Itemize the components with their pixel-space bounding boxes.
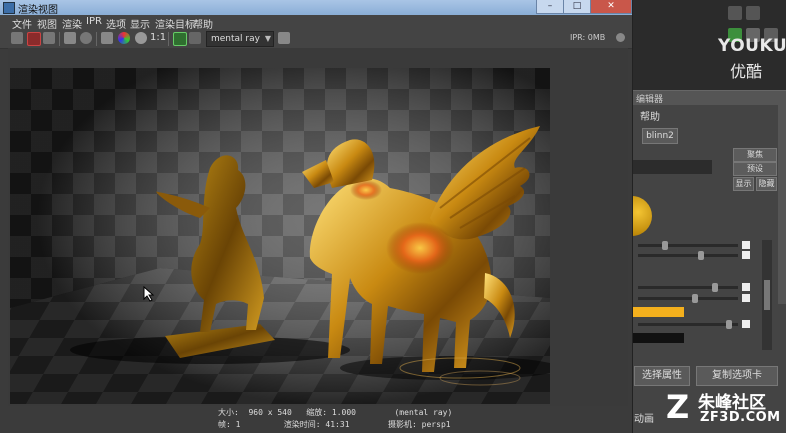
tool-icon[interactable] (746, 6, 760, 20)
scrollbar[interactable] (762, 240, 772, 350)
display-image-icon[interactable] (173, 32, 187, 46)
side-tab-strip[interactable] (778, 104, 786, 304)
color-channels-icon[interactable] (118, 32, 130, 44)
menu-help[interactable]: 帮助 (193, 16, 213, 31)
maximize-button[interactable]: □ (563, 0, 591, 14)
render-view-window: 渲染视图 – □ ✕ 文件 视图 渲染 IPR 选项 显示 渲染目标 帮助 1:… (0, 0, 633, 433)
tool-icon[interactable] (728, 6, 742, 20)
window-title: 渲染视图 (18, 5, 58, 16)
attribute-slider[interactable] (632, 241, 750, 251)
tab-blinn2[interactable]: blinn2 (642, 128, 678, 144)
app-icon (3, 2, 15, 14)
ipr-status-light (616, 33, 625, 42)
ipr-memory-readout: IPR: 0MB (570, 33, 606, 42)
menu-display[interactable]: 显示 (130, 16, 150, 31)
menu-bar: 文件 视图 渲染 IPR 选项 显示 渲染目标 帮助 (0, 15, 632, 31)
render-toolbar: 1:1 mental ray ▼ IPR: 0MB (0, 30, 632, 49)
zf3d-logo-icon: Z (666, 388, 690, 426)
close-button[interactable]: ✕ (590, 0, 632, 14)
material-name-field[interactable] (632, 160, 712, 174)
status-frame-line: 帧: 1 渲染时间: 41:31 摄影机: persp1 (218, 420, 451, 429)
youku-watermark-cn: 优酷 (730, 62, 763, 81)
render-status-bar: 大小: 960 x 540 缩放: 1.000 (mental ray) 帧: … (0, 406, 632, 433)
render-settings-icon[interactable] (278, 32, 290, 44)
zf3d-watermark: Z 朱峰社区 ZF3D.COM (666, 386, 784, 430)
animation-label: 动画 (634, 414, 654, 425)
presets-button[interactable]: 预设 (733, 162, 777, 176)
rendered-image[interactable] (10, 68, 550, 404)
chevron-down-icon: ▼ (264, 34, 271, 43)
minimize-button[interactable]: – (536, 0, 564, 14)
color-attribute-swatch[interactable] (632, 333, 684, 343)
color-attribute-swatch[interactable] (632, 307, 684, 317)
menu-options[interactable]: 选项 (106, 16, 126, 31)
redo-render-icon[interactable] (11, 32, 23, 44)
menu-render[interactable]: 渲染 (62, 16, 82, 31)
snapshot-icon[interactable] (64, 32, 76, 44)
show-button[interactable]: 显示 (733, 177, 754, 191)
copy-tab-button[interactable]: 复制选项卡 (696, 366, 778, 386)
material-swatch (632, 196, 652, 236)
attribute-slider[interactable] (632, 320, 750, 330)
mouse-cursor-icon (143, 286, 155, 302)
scrollbar-thumb[interactable] (764, 280, 770, 310)
renderer-dropdown[interactable]: mental ray ▼ (206, 31, 274, 47)
alpha-channel-icon[interactable] (135, 32, 147, 44)
help-menu[interactable]: 帮助 (640, 108, 660, 123)
menu-view[interactable]: 视图 (37, 16, 57, 31)
title-bar[interactable]: 渲染视图 – □ ✕ (0, 0, 632, 16)
track-region-icon[interactable] (189, 32, 201, 44)
render-region-icon[interactable] (43, 32, 55, 44)
panel-header: 编辑器 (632, 90, 786, 105)
hide-button[interactable]: 隐藏 (756, 177, 777, 191)
status-line-area: YOUKU 优酷 (632, 0, 786, 90)
status-size-line: 大小: 960 x 540 缩放: 1.000 (mental ray) (218, 408, 453, 417)
youku-watermark: YOUKU (718, 36, 786, 56)
menu-file[interactable]: 文件 (12, 16, 32, 31)
attribute-slider[interactable] (632, 294, 750, 304)
menu-ipr[interactable]: IPR (86, 16, 102, 27)
menu-render-target[interactable]: 渲染目标 (155, 16, 195, 31)
keep-image-icon[interactable] (101, 32, 113, 44)
renderer-value: mental ray (211, 34, 260, 44)
zf3d-watermark-en: ZF3D.COM (700, 410, 781, 425)
refresh-icon[interactable] (80, 32, 92, 44)
attribute-slider[interactable] (632, 251, 750, 261)
attribute-slider[interactable] (632, 283, 750, 293)
select-attribute-button[interactable]: 选择属性 (634, 366, 690, 386)
ipr-render-icon[interactable] (27, 32, 41, 46)
panel-header-label: 编辑器 (636, 95, 664, 105)
attribute-editor-panel: YOUKU 优酷 编辑器 帮助 blinn2 聚焦 预设 显示 隐藏 选择属性 … (632, 0, 786, 433)
focus-button[interactable]: 聚焦 (733, 148, 777, 162)
real-size-label[interactable]: 1:1 (150, 32, 166, 43)
pegasus-render-picture (10, 68, 550, 404)
